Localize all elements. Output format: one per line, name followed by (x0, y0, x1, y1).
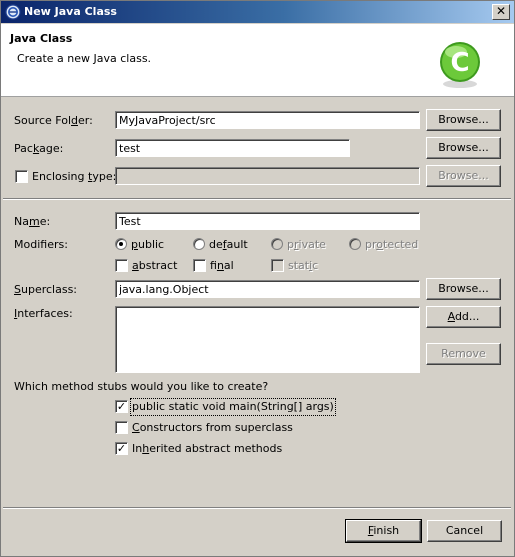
radio-default-label: default (209, 238, 248, 251)
method-stubs-question: Which method stubs would you like to cre… (14, 380, 269, 393)
superclass-input[interactable] (115, 280, 420, 298)
close-icon: ✕ (495, 4, 507, 18)
static-label: static (288, 259, 319, 272)
package-label: Package: (14, 142, 64, 155)
modifiers-label: Modifiers: (14, 238, 68, 251)
source-folder-browse-button[interactable]: Browse... (426, 109, 501, 131)
main-method-checkbox[interactable]: ✓ (115, 400, 128, 413)
package-input[interactable] (115, 139, 350, 157)
abstract-label: abstract (132, 259, 178, 272)
interfaces-list[interactable] (115, 306, 420, 373)
inherited-abstract-label: Inherited abstract methods (132, 442, 283, 455)
static-checkbox[interactable] (271, 259, 284, 272)
inherited-abstract-checkbox[interactable]: ✓ (115, 442, 128, 455)
package-browse-button[interactable]: Browse... (426, 137, 501, 159)
enclosing-type-checkbox[interactable] (15, 170, 28, 183)
source-folder-label: Source Folder: (14, 114, 93, 127)
add-interface-button[interactable]: Add... (426, 306, 501, 328)
enclosing-type-input[interactable] (115, 167, 420, 185)
name-label: Name: (14, 215, 51, 228)
title-bar[interactable]: New Java Class ✕ (1, 1, 514, 23)
radio-private[interactable] (271, 238, 283, 250)
close-button[interactable]: ✕ (492, 4, 510, 20)
radio-default[interactable] (193, 238, 205, 250)
enclosing-type-label: Enclosing type: (32, 170, 117, 183)
remove-interface-button[interactable]: Remove (426, 343, 501, 365)
svg-text:C: C (450, 48, 469, 78)
eclipse-icon (5, 4, 21, 20)
constructors-checkbox[interactable] (115, 421, 128, 434)
cancel-button[interactable]: Cancel (427, 520, 502, 542)
java-class-logo-icon: C (440, 42, 480, 88)
superclass-label: Superclass: (14, 283, 77, 296)
page-title: Java Class (10, 32, 73, 45)
wizard-banner: Java Class Create a new Java class. C (1, 24, 514, 97)
constructors-label: Constructors from superclass (132, 421, 293, 434)
window-title: New Java Class (24, 5, 117, 18)
main-method-label: public static void main(String[] args) (130, 398, 336, 416)
separator (3, 198, 511, 200)
abstract-checkbox[interactable] (115, 259, 128, 272)
name-input[interactable] (115, 212, 420, 230)
finish-button[interactable]: Finish (345, 519, 422, 543)
source-folder-input[interactable] (115, 111, 420, 129)
radio-protected[interactable] (349, 238, 361, 250)
radio-selected-dot (119, 242, 123, 246)
interfaces-label: Interfaces: (14, 307, 73, 320)
final-label: final (210, 259, 234, 272)
page-description: Create a new Java class. (17, 52, 152, 65)
new-java-class-dialog: New Java Class ✕ Java Class Create a new… (0, 0, 515, 557)
radio-private-label: private (287, 238, 326, 251)
footer-separator (3, 507, 511, 509)
radio-protected-label: protected (365, 238, 419, 251)
final-checkbox[interactable] (193, 259, 206, 272)
radio-public[interactable] (115, 238, 127, 250)
enclosing-type-browse-button[interactable]: Browse... (426, 165, 501, 187)
superclass-browse-button[interactable]: Browse... (426, 278, 501, 300)
radio-public-label: public (131, 238, 165, 251)
